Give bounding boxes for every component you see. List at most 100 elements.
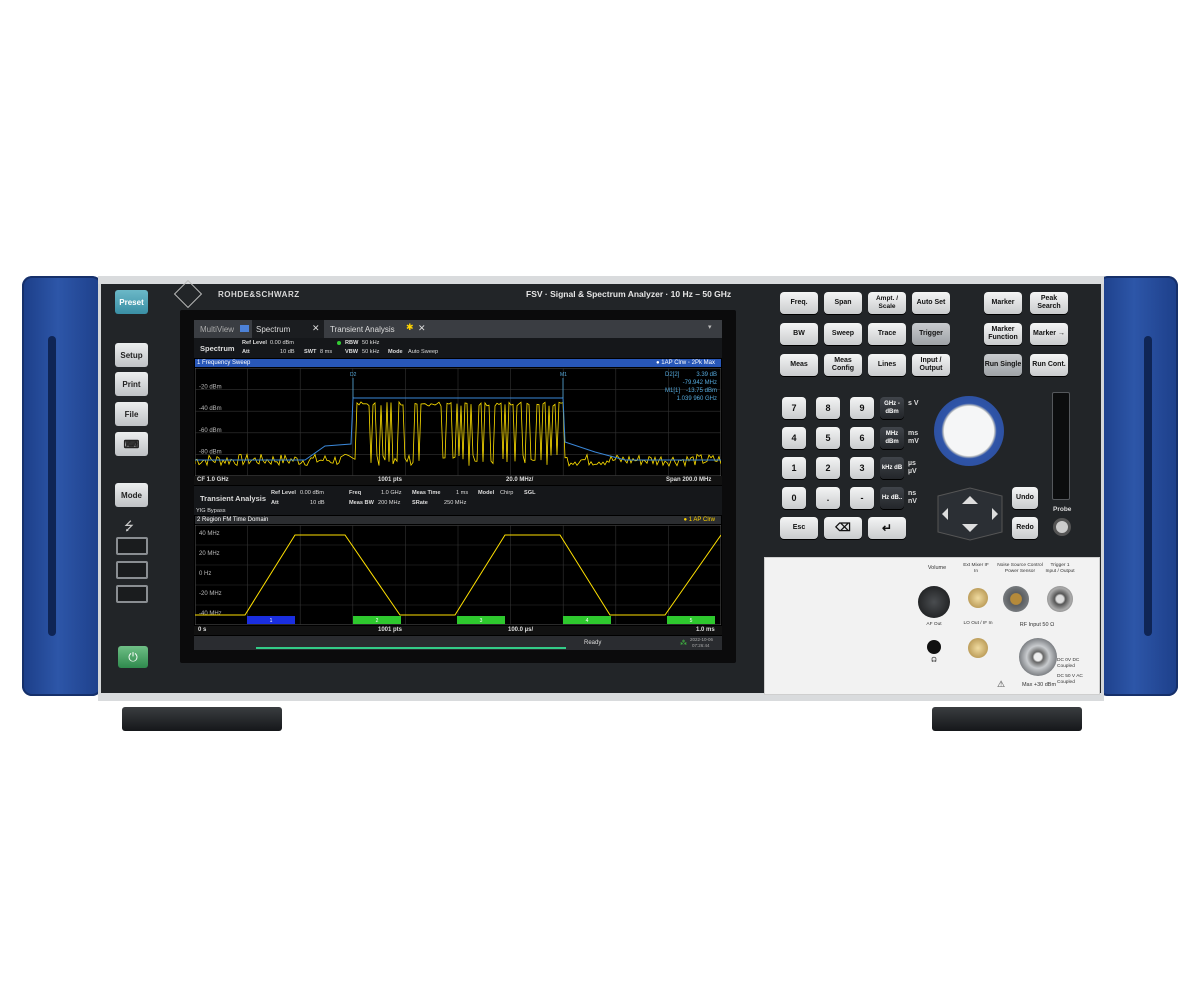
digit-key[interactable]: 0 — [782, 487, 806, 509]
volume-knob[interactable] — [918, 586, 950, 618]
usb-port[interactable] — [116, 561, 148, 579]
digit-key[interactable]: 4 — [782, 427, 806, 449]
ext-mixer-connector[interactable] — [968, 588, 988, 608]
status-text: Ready — [584, 640, 602, 646]
digit-key[interactable]: 9 — [850, 397, 874, 419]
unit-key[interactable]: MHz dBm — [880, 427, 904, 449]
status-dot-icon — [337, 341, 341, 345]
noise-source-label: Noise Source Control Power Sensor — [997, 563, 1043, 574]
close-icon[interactable]: ✕ — [418, 323, 426, 334]
trigger-connector[interactable] — [1047, 586, 1073, 612]
keyboard-button[interactable]: ⌨ — [115, 432, 148, 456]
power-button[interactable]: ⏻ — [118, 646, 148, 668]
probe-connector[interactable] — [1053, 518, 1071, 536]
noise-source-connector[interactable] — [1003, 586, 1029, 612]
unit-key[interactable]: Hz dB.. — [880, 487, 904, 509]
network-icon: ⁂ — [680, 640, 687, 647]
trigger-key[interactable]: Trigger — [912, 323, 950, 345]
unit-key[interactable]: GHz -dBm — [880, 397, 904, 419]
marker-readout-value: -13.75 dBm — [686, 388, 717, 394]
trace-key[interactable]: Trace — [868, 323, 906, 345]
af-out-jack[interactable] — [927, 640, 941, 654]
chevron-down-icon[interactable]: ▾ — [708, 323, 712, 331]
freq-key[interactable]: Freq. — [780, 292, 818, 314]
y-tick-label: -60 dBm — [199, 428, 222, 434]
usb-port[interactable] — [116, 537, 148, 555]
ampt-scale-key[interactable]: Ampt. / Scale — [868, 292, 906, 314]
meas-config-key[interactable]: Meas Config — [824, 354, 862, 376]
marker-readout-name: M1[1] — [665, 388, 680, 394]
run-cont-key[interactable]: Run Cont. — [1030, 354, 1068, 376]
span: Span 200.0 MHz — [666, 477, 712, 483]
marker-key[interactable]: Marker — [984, 292, 1022, 314]
enter-key[interactable]: ↵ — [868, 517, 906, 539]
setup-button[interactable]: Setup — [115, 343, 148, 367]
lines-key[interactable]: Lines — [868, 354, 906, 376]
preset-button[interactable]: Preset — [115, 290, 148, 314]
region-label: 5 — [690, 618, 693, 624]
window-title-text: 1 Frequency Sweep — [197, 360, 251, 366]
tab-transient-analysis[interactable]: Transient Analysis — [326, 320, 430, 338]
unit-key[interactable]: kHz dB — [880, 457, 904, 479]
mode-button[interactable]: Mode — [115, 483, 148, 507]
meas-key[interactable]: Meas — [780, 354, 818, 376]
peak-search-key[interactable]: Peak Search — [1030, 292, 1068, 314]
marker-function-key[interactable]: Marker Function — [984, 323, 1022, 345]
y-tick-label: 20 MHz — [199, 551, 220, 557]
digit-key[interactable]: 8 — [816, 397, 840, 419]
close-icon[interactable]: ✕ — [312, 323, 320, 334]
digit-key[interactable]: 1 — [782, 457, 806, 479]
digit-key[interactable]: 5 — [816, 427, 840, 449]
marker-label: M1 — [560, 372, 567, 378]
connector-panel: Volume AF Out 🎧 Ext Mixer IF In LO Out /… — [764, 557, 1100, 695]
digit-key[interactable]: 3 — [850, 457, 874, 479]
redo-key[interactable]: Redo — [1012, 517, 1038, 539]
rotary-knob[interactable] — [934, 396, 1004, 466]
marker-to-key[interactable]: Marker → — [1030, 323, 1068, 345]
time-div: 100.0 µs/ — [508, 627, 534, 633]
headphone-icon: 🎧 — [931, 658, 937, 663]
window-2-title: 2 Region FM Time Domain ● 1 AP Clrw — [195, 516, 721, 524]
auto-set-key[interactable]: Auto Set — [912, 292, 950, 314]
digit-key[interactable]: 2 — [816, 457, 840, 479]
usb-port[interactable] — [116, 585, 148, 603]
window-1-footer: CF 1.0 GHz 1001 pts 20.0 MHz/ Span 200.0… — [194, 476, 722, 485]
run-single-key[interactable]: Run Single — [984, 354, 1022, 376]
arrow-keys[interactable] — [932, 486, 1008, 542]
y-tick-label: -80 dBm — [199, 449, 222, 455]
print-button[interactable]: Print — [115, 372, 148, 396]
sweep-key[interactable]: Sweep — [824, 323, 862, 345]
value: 50 kHz — [362, 349, 380, 355]
transient-header: Transient Analysis Ref Level 0.00 dBm At… — [194, 486, 722, 515]
digit-key[interactable]: 7 — [782, 397, 806, 419]
rf-input-connector[interactable] — [1019, 638, 1057, 676]
ext-mixer-label: Ext Mixer IF In — [963, 563, 989, 574]
marker-readout-value: 3.39 dB — [696, 372, 717, 378]
esc-key[interactable]: Esc — [780, 517, 818, 539]
digit-key[interactable]: 6 — [850, 427, 874, 449]
lo-out-connector[interactable] — [968, 638, 988, 658]
digit-key[interactable]: . — [816, 487, 840, 509]
ac-coupled-label: DC 50 V AC Coupled — [1057, 674, 1083, 685]
label: Meas Time — [412, 490, 441, 496]
fm-time-domain-plot[interactable]: 40 MHz 20 MHz 0 Hz -20 MHz -40 MHz 1 2 3 4 5 — [195, 525, 721, 625]
file-button[interactable]: File — [115, 402, 148, 426]
marker-readout-value: 1.039 960 GHz — [677, 396, 717, 402]
span-key[interactable]: Span — [824, 292, 862, 314]
unit-label: s V — [908, 400, 919, 407]
digit-key[interactable]: - — [850, 487, 874, 509]
lo-out-label: LO Out / IF In — [963, 621, 993, 626]
right-handle — [1098, 276, 1178, 696]
spectrum-plot[interactable]: -20 dBm -40 dBm -60 dBm -80 dBm D2 M1 D2[2] 3.3… — [195, 368, 721, 476]
undo-key[interactable]: Undo — [1012, 487, 1038, 509]
window-title-text: 2 Region FM Time Domain — [197, 517, 269, 523]
bw-key[interactable]: BW — [780, 323, 818, 345]
label: SRate — [412, 500, 428, 506]
instrument: ROHDE&SCHWARZ FSV · Signal & Spectrum An… — [0, 0, 1200, 1000]
input-output-key[interactable]: Input / Output — [912, 354, 950, 376]
label: RBW — [345, 340, 359, 346]
multiview-icon — [240, 325, 249, 332]
backspace-key[interactable]: ⌫ — [824, 517, 862, 539]
unit-label: µs µV — [908, 460, 917, 475]
value: Auto Sweep — [408, 349, 439, 355]
